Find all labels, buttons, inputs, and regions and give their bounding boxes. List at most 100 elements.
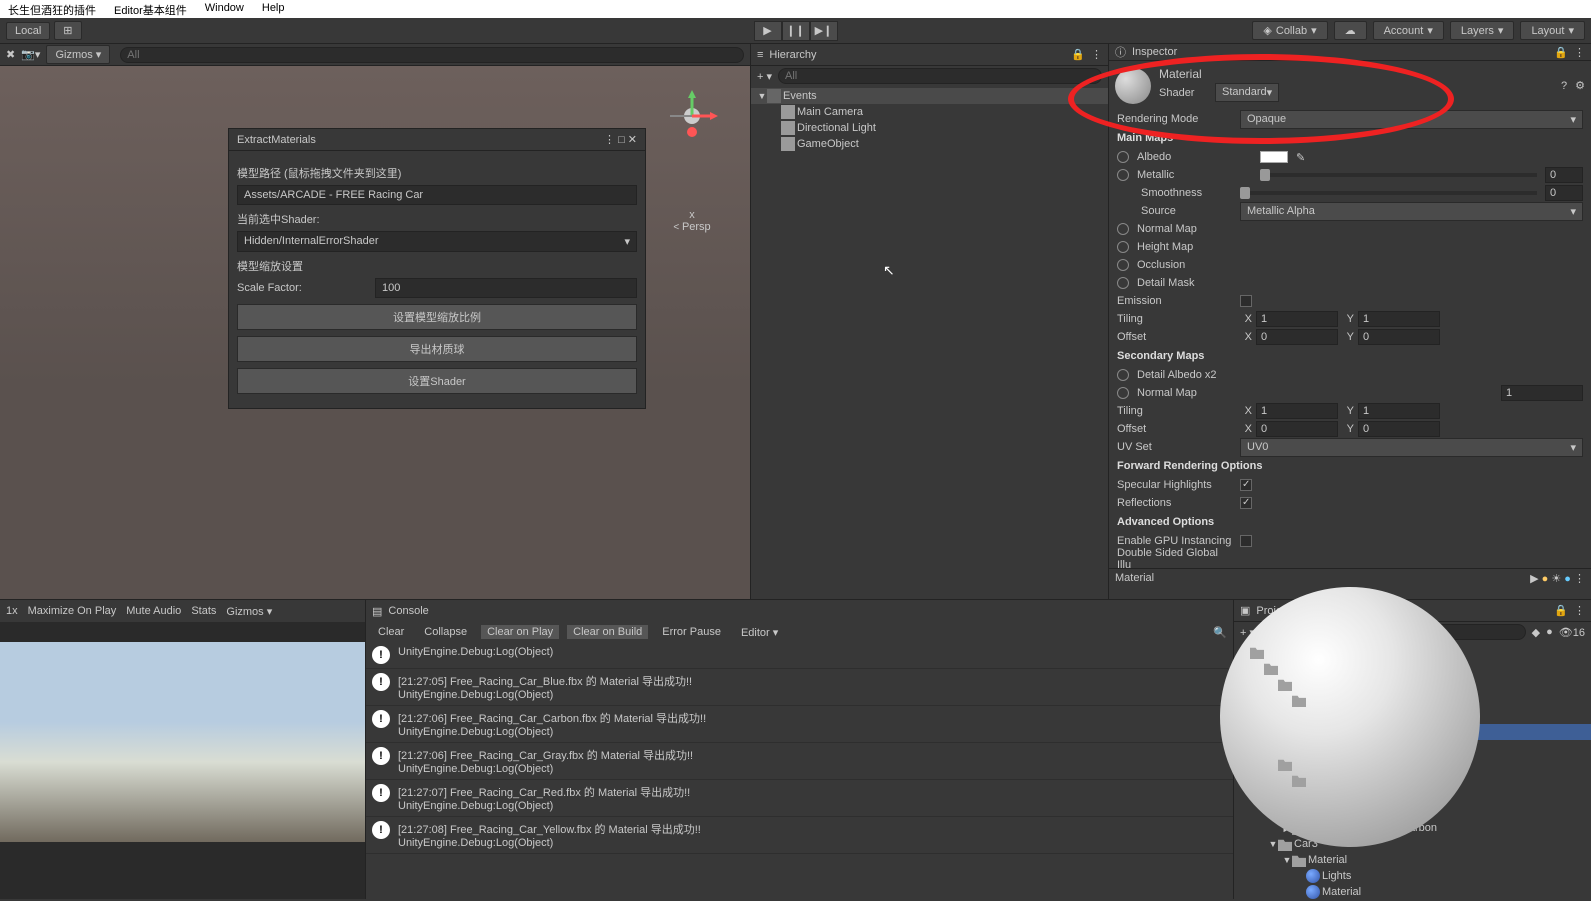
- console-entry[interactable]: ![21:27:08] Free_Racing_Car_Yellow.fbx 的…: [366, 817, 1233, 854]
- tree-item[interactable]: Main Camera: [751, 104, 1108, 120]
- tree-item[interactable]: Material: [1234, 884, 1591, 899]
- smoothness-value[interactable]: [1545, 185, 1583, 201]
- window-menu-icon[interactable]: ⋮: [604, 134, 615, 146]
- hierarchy-menu-icon[interactable]: ⋮: [1091, 48, 1102, 61]
- tree-item[interactable]: ▼Car3: [1234, 836, 1591, 852]
- height-map-slot[interactable]: [1117, 241, 1129, 253]
- offset-y-input[interactable]: [1358, 329, 1440, 345]
- maximize-toggle[interactable]: Maximize On Play: [28, 605, 117, 617]
- local-button[interactable]: Local: [6, 22, 50, 40]
- preview-menu-icon[interactable]: ⋮: [1574, 573, 1585, 585]
- editor-dropdown[interactable]: Editor ▾: [735, 625, 784, 640]
- inspector-lock-icon[interactable]: 🔒: [1554, 46, 1568, 59]
- preview-sky-icon[interactable]: ●: [1564, 573, 1571, 585]
- metallic-value[interactable]: [1545, 167, 1583, 183]
- help-icon[interactable]: ?: [1561, 80, 1567, 92]
- console-entry[interactable]: ![21:27:05] Free_Racing_Car_Blue.fbx 的 M…: [366, 669, 1233, 706]
- tiling2-y-input[interactable]: [1358, 403, 1440, 419]
- play-button[interactable]: ▶: [754, 21, 782, 41]
- console-entry[interactable]: !UnityEngine.Debug:Log(Object): [366, 642, 1233, 669]
- set-scale-button[interactable]: 设置模型缩放比例: [237, 304, 637, 330]
- detail-albedo-slot[interactable]: [1117, 369, 1129, 381]
- step-button[interactable]: ▶❙: [810, 21, 838, 41]
- hierarchy-lock-icon[interactable]: 🔒: [1071, 48, 1085, 61]
- scale-factor-input[interactable]: 100: [375, 278, 637, 298]
- console-entry[interactable]: ![21:27:06] Free_Racing_Car_Carbon.fbx 的…: [366, 706, 1233, 743]
- preview-light-icon[interactable]: ☀: [1551, 573, 1561, 585]
- specular-checkbox[interactable]: [1240, 479, 1252, 491]
- pivot-button[interactable]: ⊞: [54, 21, 81, 40]
- hidden-count-icon[interactable]: 👁16: [1559, 626, 1585, 639]
- color-picker-icon[interactable]: ✎: [1296, 151, 1305, 164]
- project-lock-icon[interactable]: 🔒: [1554, 604, 1568, 617]
- menu-window[interactable]: Window: [205, 2, 244, 16]
- set-shader-button[interactable]: 设置Shader: [237, 368, 637, 394]
- offset2-y-input[interactable]: [1358, 421, 1440, 437]
- reflections-checkbox[interactable]: [1240, 497, 1252, 509]
- filter-label-icon[interactable]: ●: [1546, 626, 1553, 638]
- pause-button[interactable]: ❙❙: [782, 21, 810, 41]
- mute-toggle[interactable]: Mute Audio: [126, 605, 181, 617]
- gizmos-dropdown[interactable]: Gizmos ▾: [46, 45, 110, 64]
- normal-map2-slot[interactable]: [1117, 387, 1129, 399]
- stats-toggle[interactable]: Stats: [191, 605, 216, 617]
- clear-button[interactable]: Clear: [372, 625, 410, 639]
- metallic-map-slot[interactable]: [1117, 169, 1129, 181]
- game-view[interactable]: [0, 642, 365, 842]
- inspector-menu-icon[interactable]: ⋮: [1574, 46, 1585, 59]
- tiling-y-input[interactable]: [1358, 311, 1440, 327]
- error-pause-button[interactable]: Error Pause: [656, 625, 727, 639]
- project-menu-icon[interactable]: ⋮: [1574, 604, 1585, 617]
- cloud-button[interactable]: ☁: [1334, 21, 1367, 40]
- occlusion-slot[interactable]: [1117, 259, 1129, 271]
- tree-item[interactable]: GameObject: [751, 136, 1108, 152]
- menu-help[interactable]: Help: [262, 2, 285, 16]
- console-entry[interactable]: ![21:27:07] Free_Racing_Car_Red.fbx 的 Ma…: [366, 780, 1233, 817]
- gpu-instancing-checkbox[interactable]: [1240, 535, 1252, 547]
- menu-editor-components[interactable]: Editor基本组件: [114, 2, 187, 16]
- tool-icon[interactable]: ✖: [6, 48, 15, 61]
- albedo-map-slot[interactable]: [1117, 151, 1129, 163]
- material-preview-sphere[interactable]: [1220, 587, 1480, 847]
- normal-map2-value[interactable]: [1501, 385, 1583, 401]
- gizmos-toggle[interactable]: Gizmos ▾: [226, 605, 272, 618]
- tree-item[interactable]: Lights: [1234, 868, 1591, 884]
- tree-item[interactable]: Directional Light: [751, 120, 1108, 136]
- filter-type-icon[interactable]: ◆: [1532, 626, 1540, 639]
- export-material-button[interactable]: 导出材质球: [237, 336, 637, 362]
- layers-dropdown[interactable]: Layers ▾: [1450, 21, 1515, 40]
- smoothness-slider[interactable]: [1240, 191, 1537, 195]
- metallic-slider[interactable]: [1260, 173, 1537, 177]
- shader-dropdown[interactable]: Standard▾: [1215, 83, 1279, 102]
- hierarchy-tree[interactable]: ▼EventsMain CameraDirectional LightGameO…: [751, 86, 1108, 599]
- console-list[interactable]: !UnityEngine.Debug:Log(Object)![21:27:05…: [366, 642, 1233, 854]
- detail-mask-slot[interactable]: [1117, 277, 1129, 289]
- source-dropdown[interactable]: Metallic Alpha▾: [1240, 202, 1583, 221]
- offset2-x-input[interactable]: [1256, 421, 1338, 437]
- preset-icon[interactable]: ⚙: [1575, 79, 1585, 92]
- albedo-color[interactable]: [1260, 151, 1288, 163]
- collapse-button[interactable]: Collapse: [418, 625, 473, 639]
- scene-search-input[interactable]: [120, 47, 744, 63]
- rendering-mode-dropdown[interactable]: Opaque▾: [1240, 110, 1583, 129]
- path-field[interactable]: Assets/ARCADE - FREE Racing Car: [237, 185, 637, 205]
- create-dropdown[interactable]: + ▾: [757, 70, 772, 83]
- camera-icon[interactable]: 📷▾: [21, 48, 40, 61]
- window-close-icon[interactable]: ✕: [628, 134, 637, 146]
- account-dropdown[interactable]: Account ▾: [1373, 21, 1444, 40]
- tiling2-x-input[interactable]: [1256, 403, 1338, 419]
- emission-checkbox[interactable]: [1240, 295, 1252, 307]
- offset-x-input[interactable]: [1256, 329, 1338, 345]
- collab-dropdown[interactable]: ◈ Collab▾: [1252, 21, 1327, 40]
- orientation-gizmo[interactable]: x< Persp: [662, 86, 722, 233]
- layout-dropdown[interactable]: Layout ▾: [1520, 21, 1585, 40]
- clear-on-play-button[interactable]: Clear on Play: [481, 625, 559, 639]
- preview-play-icon[interactable]: ▶: [1530, 573, 1538, 585]
- normal-map-slot[interactable]: [1117, 223, 1129, 235]
- console-search-icon[interactable]: 🔍: [1213, 626, 1227, 639]
- console-entry[interactable]: ![21:27:06] Free_Racing_Car_Gray.fbx 的 M…: [366, 743, 1233, 780]
- hierarchy-search-input[interactable]: [778, 68, 1102, 84]
- preview-sphere-icon[interactable]: ●: [1542, 573, 1549, 585]
- tree-item[interactable]: ▼Events: [751, 88, 1108, 104]
- uv-set-dropdown[interactable]: UV0▾: [1240, 438, 1583, 457]
